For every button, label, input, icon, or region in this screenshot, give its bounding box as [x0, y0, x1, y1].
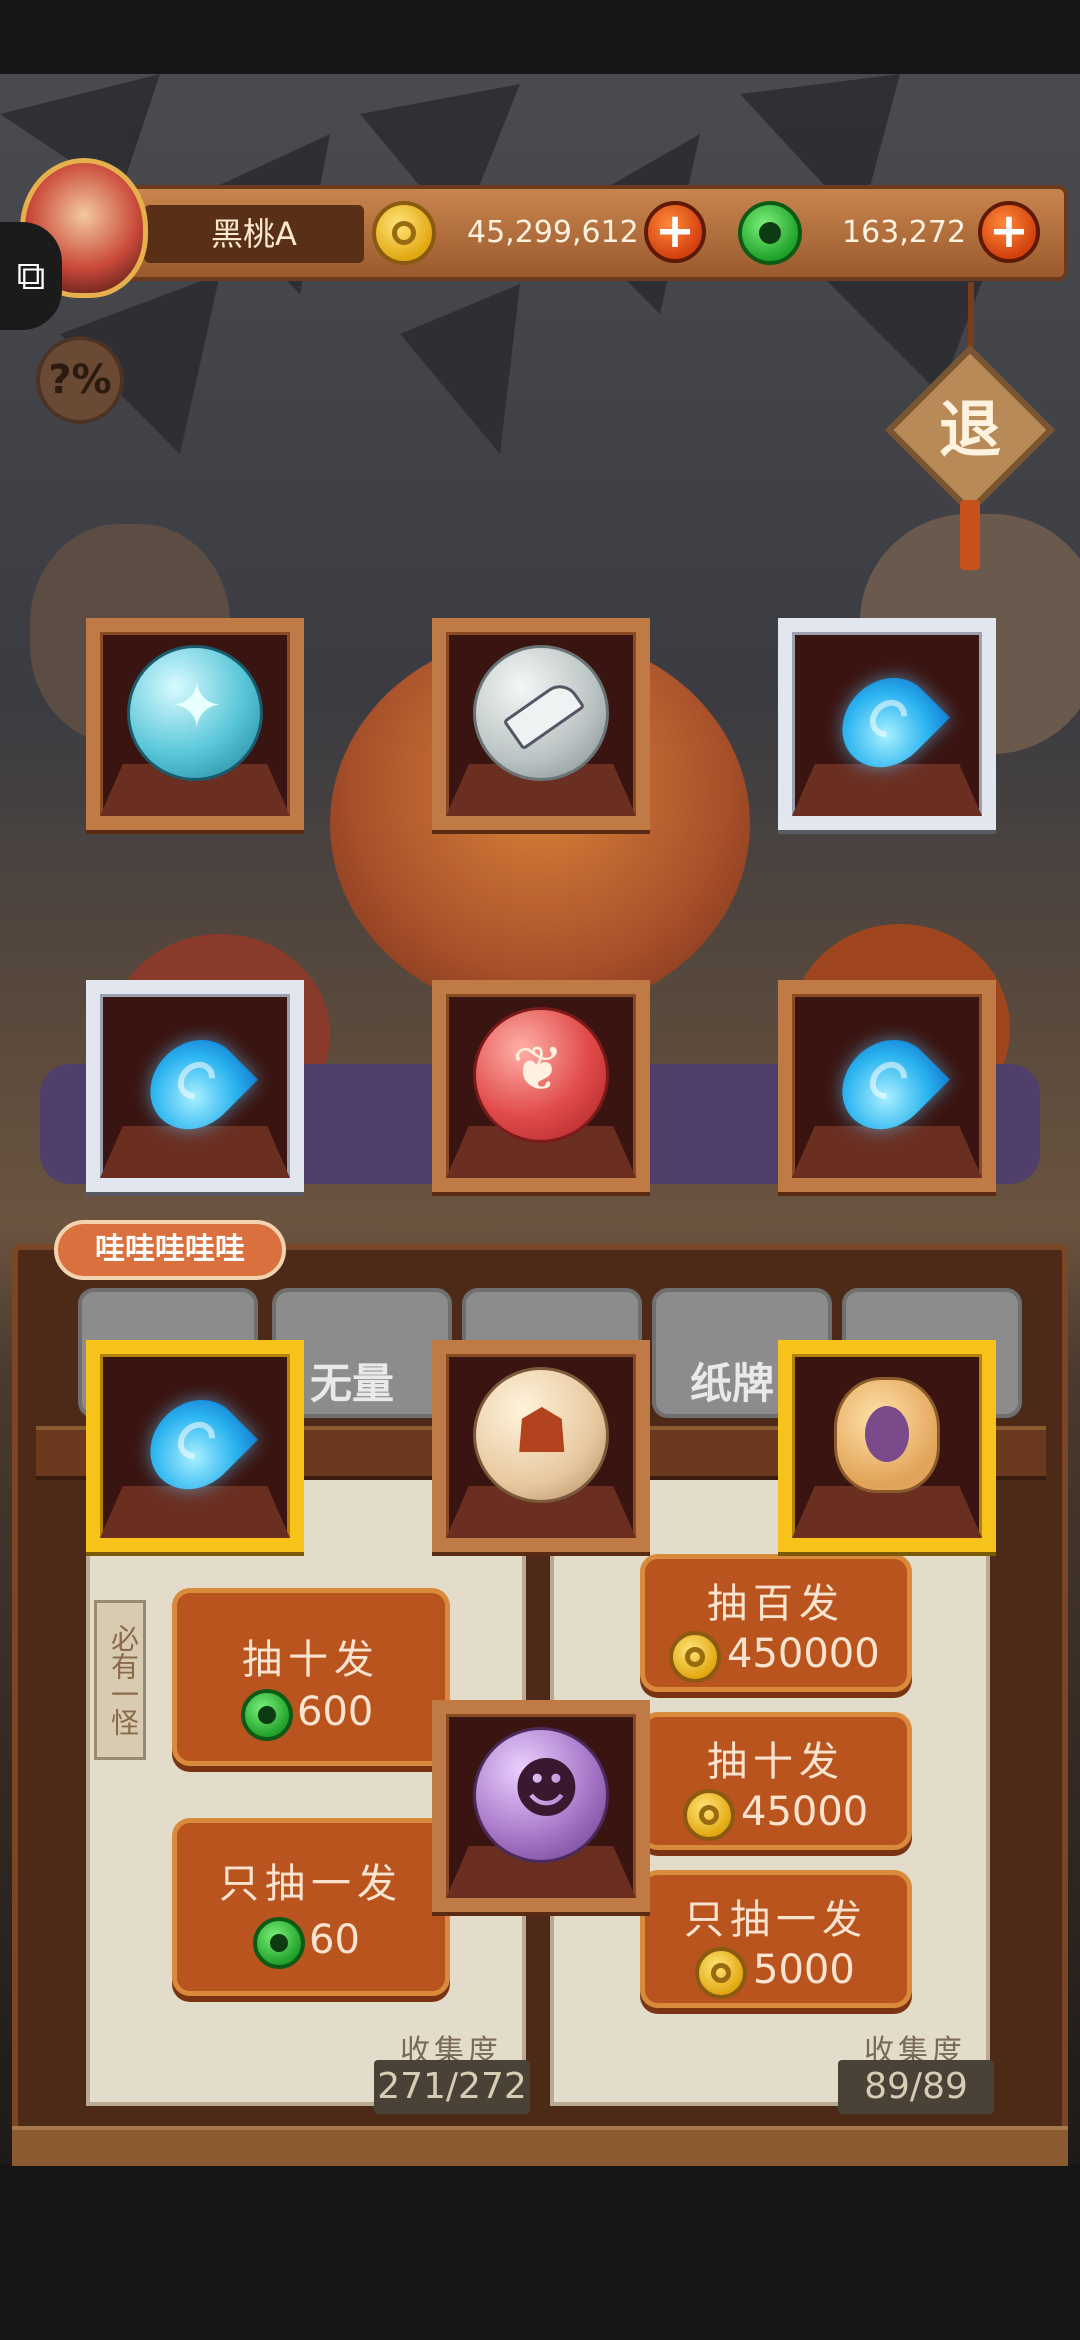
prize-slot-demon-token[interactable] — [778, 1340, 996, 1552]
right-draw-ten-cost: 45000 — [741, 1789, 869, 1835]
frame-shelf — [100, 1126, 290, 1178]
left-draw-ten-cost: 600 — [297, 1689, 374, 1735]
purple-mask-orb-icon — [473, 1726, 609, 1863]
right-draw-hundred-cost: 450000 — [727, 1631, 880, 1677]
ice-crystal-orb-icon — [127, 644, 263, 781]
right-draw-hundred-button[interactable]: 抽百发 450000 — [640, 1554, 912, 1692]
exit-tassel — [960, 500, 980, 570]
prize-slot-purple-mask[interactable] — [432, 1700, 650, 1912]
cleaver-orb-icon — [473, 644, 609, 781]
prize-slot-red-wing[interactable] — [432, 980, 650, 1192]
guarantee-tag: 必有一怪 — [94, 1600, 146, 1760]
prize-slot-blue-flame[interactable] — [778, 618, 996, 830]
left-draw-one-title: 只抽一发 — [219, 1861, 403, 1907]
left-draw-one-button[interactable]: 只抽一发 60 — [172, 1818, 450, 1996]
left-draw-ten-title: 抽十发 — [242, 1637, 380, 1683]
right-draw-ten-title: 抽十发 — [707, 1739, 845, 1785]
add-gold-button[interactable]: + — [644, 201, 706, 263]
jade-amount: 163,272 — [842, 215, 967, 250]
left-draw-ten-button[interactable]: 抽十发 600 — [172, 1588, 450, 1766]
gold-coin-icon — [372, 201, 436, 265]
exit-button[interactable]: 退 — [910, 370, 1030, 490]
jade-coin-icon — [738, 201, 802, 265]
tab-zhipai-label: 纸牌 — [690, 1359, 775, 1408]
right-collection-count: 89/89 — [838, 2060, 994, 2114]
prize-slot-blue-flame[interactable] — [86, 1340, 304, 1552]
prize-slot-ice-crystal[interactable] — [86, 618, 304, 830]
right-draw-hundred-title: 抽百发 — [707, 1581, 845, 1627]
puzzle-icon[interactable]: ⧉ — [0, 222, 62, 330]
left-draw-one-cost: 60 — [309, 1917, 360, 1963]
right-draw-one-cost: 5000 — [753, 1947, 855, 1993]
jade-coin-icon — [253, 1917, 305, 1969]
prize-slot-monk[interactable] — [432, 1340, 650, 1552]
prize-slot-blue-flame[interactable] — [778, 980, 996, 1192]
player-name[interactable]: 黑桃A — [144, 205, 364, 263]
right-draw-ten-button[interactable]: 抽十发 45000 — [640, 1712, 912, 1850]
red-wing-orb-icon — [473, 1006, 609, 1143]
currency-bar: 黑桃A 45,299,612 + 163,272 + — [118, 185, 1068, 281]
right-draw-one-button[interactable]: 只抽一发 5000 — [640, 1870, 912, 2008]
tab-wuliang-label: 无量 — [310, 1359, 395, 1408]
jade-coin-icon — [241, 1689, 293, 1741]
right-draw-one-title: 只抽一发 — [684, 1897, 868, 1943]
probability-help-button[interactable]: ?% — [36, 336, 124, 424]
monk-orb-icon — [473, 1366, 609, 1503]
prize-slot-blue-flame[interactable] — [86, 980, 304, 1192]
gold-coin-icon — [695, 1947, 747, 1999]
frame-shelf — [792, 1486, 982, 1538]
gold-coin-icon — [669, 1631, 721, 1683]
gold-amount: 45,299,612 — [467, 215, 639, 250]
frame-shelf — [792, 1126, 982, 1178]
prize-slot-cleaver[interactable] — [432, 618, 650, 830]
frame-shelf — [792, 764, 982, 816]
frame-shelf — [100, 1486, 290, 1538]
left-collection-count: 271/272 — [374, 2060, 530, 2114]
add-jade-button[interactable]: + — [978, 201, 1040, 263]
demon-token-icon — [834, 1376, 940, 1493]
speech-bubble: 哇哇哇哇哇 — [54, 1220, 286, 1280]
machine-bottom-bar — [12, 2126, 1068, 2166]
gold-coin-icon — [683, 1789, 735, 1841]
